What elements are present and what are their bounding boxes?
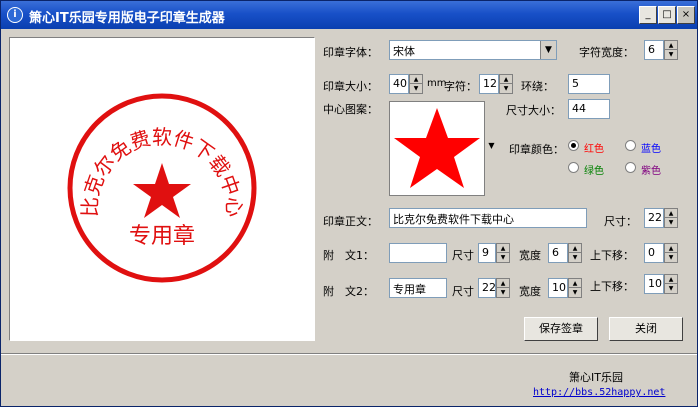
minimize-button[interactable]: _ [639, 6, 657, 24]
down-arrow-icon[interactable]: ▼ [665, 253, 677, 262]
sub1-input[interactable] [389, 243, 447, 263]
up-arrow-icon[interactable]: ▲ [665, 244, 677, 253]
radio-purple-label: 紫色 [641, 166, 661, 177]
radio-red-label: 红色 [584, 144, 604, 155]
sub1-size-stepper[interactable]: ▲ ▼ [496, 243, 510, 263]
sub2-offset-input[interactable]: 10 [644, 274, 664, 294]
sub1-label: 附 文1： [323, 249, 374, 262]
save-stamp-button[interactable]: 保存签章 [524, 317, 598, 341]
sub2-offset-label: 上下移： [590, 280, 634, 293]
main-size-label: 尺寸： [604, 215, 637, 228]
sub1-offset-stepper[interactable]: ▲ ▼ [664, 243, 678, 263]
sub2-offset-stepper[interactable]: ▲ ▼ [664, 274, 678, 294]
down-arrow-icon[interactable]: ▼ [497, 288, 509, 297]
title-bar[interactable]: i 箫心IT乐园专用版电子印章生成器 _ □ × [1, 1, 697, 29]
down-arrow-icon[interactable]: ▼ [665, 50, 677, 59]
down-arrow-icon[interactable]: ▼ [410, 84, 422, 93]
radio-green-label: 绿色 [584, 166, 604, 177]
main-text-input[interactable]: 比克尔免费软件下载中心 [389, 208, 587, 228]
pattern-size-label: 尺寸大小： [506, 104, 561, 117]
main-size-stepper[interactable]: ▲ ▼ [664, 208, 678, 228]
char-label: 字符： [444, 80, 477, 93]
close-button[interactable]: 关闭 [609, 317, 683, 341]
ring-input[interactable]: 5 [568, 74, 610, 94]
char-width-input[interactable]: 6 [644, 40, 664, 60]
down-arrow-icon[interactable]: ▼ [665, 218, 677, 227]
down-arrow-icon[interactable]: ▼ [665, 284, 677, 293]
up-arrow-icon[interactable]: ▲ [500, 75, 512, 84]
radio-red[interactable] [568, 140, 579, 151]
footer-divider [1, 353, 697, 355]
up-arrow-icon[interactable]: ▲ [497, 244, 509, 253]
stamp-preview-svg: 比克尔免费软件下载中心 专用章 [67, 93, 257, 283]
color-label: 印章颜色： [509, 143, 564, 156]
radio-blue-label: 蓝色 [641, 144, 661, 155]
sub2-width-input[interactable]: 10 [548, 278, 568, 298]
stamp-preview: 比克尔免费软件下载中心 专用章 [9, 37, 315, 341]
sub1-width-stepper[interactable]: ▲ ▼ [568, 243, 582, 263]
maximize-button[interactable]: □ [658, 6, 676, 24]
radio-green[interactable] [568, 162, 579, 173]
down-arrow-icon[interactable]: ▼ [497, 253, 509, 262]
stamp-sub-text: 专用章 [129, 224, 195, 249]
size-label: 印章大小： [323, 80, 378, 93]
sub1-size-input[interactable]: 9 [478, 243, 496, 263]
app-info-icon[interactable]: i [7, 7, 23, 23]
char-width-label: 字符宽度： [579, 46, 634, 59]
star-icon [394, 108, 480, 188]
sub1-offset-label: 上下移： [590, 249, 634, 262]
sub2-width-label: 宽度 [519, 285, 541, 298]
char-input[interactable]: 12 [479, 74, 499, 94]
stamp-star [133, 163, 191, 218]
up-arrow-icon[interactable]: ▲ [497, 279, 509, 288]
up-arrow-icon[interactable]: ▲ [665, 209, 677, 218]
font-select-value: 宋体 [393, 45, 415, 58]
sub2-size-stepper[interactable]: ▲ ▼ [496, 278, 510, 298]
sub2-label: 附 文2： [323, 285, 374, 298]
footer-name: 箫心IT乐园 [569, 371, 623, 384]
up-arrow-icon[interactable]: ▲ [569, 244, 581, 253]
down-arrow-icon[interactable]: ▼ [569, 253, 581, 262]
up-arrow-icon[interactable]: ▲ [665, 41, 677, 50]
ring-label: 环绕： [521, 80, 554, 93]
size-input[interactable]: 40 [389, 74, 409, 94]
app-window: i 箫心IT乐园专用版电子印章生成器 _ □ × 比克尔免费软件下载中心 专用章… [0, 0, 698, 407]
sub2-size-input[interactable]: 22 [478, 278, 496, 298]
chevron-down-icon[interactable]: ▼ [540, 41, 556, 59]
main-size-input[interactable]: 22 [644, 208, 664, 228]
sub1-width-label: 宽度 [519, 249, 541, 262]
sub2-width-stepper[interactable]: ▲ ▼ [568, 278, 582, 298]
sub1-width-input[interactable]: 6 [548, 243, 568, 263]
radio-purple[interactable] [625, 162, 636, 173]
font-label: 印章字体： [323, 46, 378, 59]
up-arrow-icon[interactable]: ▲ [410, 75, 422, 84]
pattern-size-input[interactable]: 44 [568, 99, 610, 119]
sub1-offset-input[interactable]: 0 [644, 243, 664, 263]
pattern-dropdown-icon[interactable]: ▼ [484, 101, 498, 196]
sub1-size-label: 尺寸 [452, 249, 474, 262]
down-arrow-icon[interactable]: ▼ [500, 84, 512, 93]
main-text-label: 印章正文： [323, 215, 378, 228]
pattern-select[interactable] [389, 101, 498, 196]
down-arrow-icon[interactable]: ▼ [569, 288, 581, 297]
sub2-size-label: 尺寸 [452, 285, 474, 298]
font-select[interactable]: 宋体 ▼ [389, 40, 557, 60]
window-title: 箫心IT乐园专用版电子印章生成器 [29, 11, 225, 26]
sub2-input[interactable]: 专用章 [389, 278, 447, 298]
up-arrow-icon[interactable]: ▲ [569, 279, 581, 288]
char-width-stepper[interactable]: ▲ ▼ [664, 40, 678, 60]
char-stepper[interactable]: ▲ ▼ [499, 74, 513, 94]
close-window-button[interactable]: × [677, 6, 695, 24]
footer-link[interactable]: http://bbs.52happy.net [533, 387, 665, 398]
radio-blue[interactable] [625, 140, 636, 151]
size-stepper[interactable]: ▲ ▼ [409, 74, 423, 94]
pattern-label: 中心图案： [323, 103, 378, 116]
up-arrow-icon[interactable]: ▲ [665, 275, 677, 284]
